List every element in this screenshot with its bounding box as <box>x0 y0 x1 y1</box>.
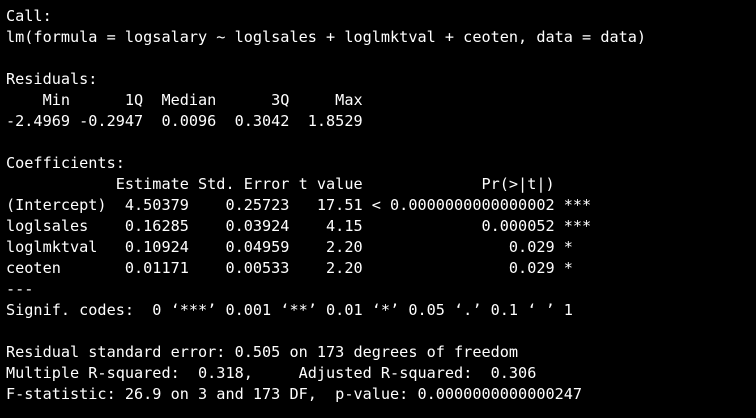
coef-table-header: Estimate Std. Error t value Pr(>|t|) <box>6 175 592 193</box>
separator-line: --- <box>6 280 34 298</box>
f-statistic-line: F-statistic: 26.9 on 3 and 173 DF, p-val… <box>6 385 583 403</box>
residuals-labels: Min 1Q Median 3Q Max <box>6 91 372 109</box>
coef-row-ceoten: ceoten 0.01171 0.00533 2.20 0.029 * <box>6 259 592 277</box>
residual-standard-error: Residual standard error: 0.505 on 173 de… <box>6 343 519 361</box>
r-console-output: Call: lm(formula = logsalary ~ loglsales… <box>0 0 756 418</box>
residuals-header: Residuals: <box>6 70 98 88</box>
coefficients-header: Coefficients: <box>6 154 125 172</box>
r-squared-line: Multiple R-squared: 0.318, Adjusted R-sq… <box>6 364 546 382</box>
coef-row-intercept: (Intercept) 4.50379 0.25723 17.51 < 0.00… <box>6 196 592 214</box>
residuals-values: -2.4969 -0.2947 0.0096 0.3042 1.8529 <box>6 112 372 130</box>
signif-codes: Signif. codes: 0 ‘***’ 0.001 ‘**’ 0.01 ‘… <box>6 301 573 319</box>
coef-row-loglsales: loglsales 0.16285 0.03924 4.15 0.000052 … <box>6 217 592 235</box>
coef-row-loglmktval: loglmktval 0.10924 0.04959 2.20 0.029 * <box>6 238 592 256</box>
call-header: Call: <box>6 7 52 25</box>
call-formula: lm(formula = logsalary ~ loglsales + log… <box>6 28 647 46</box>
